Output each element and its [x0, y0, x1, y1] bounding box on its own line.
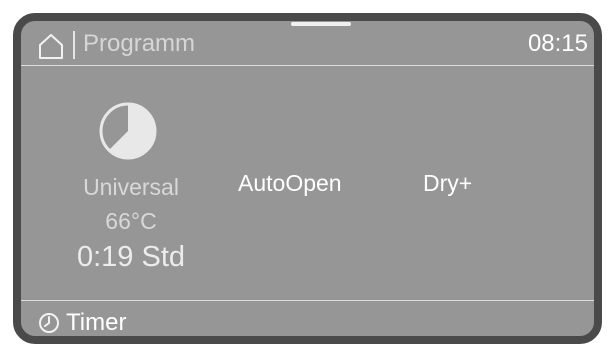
header-divider-line [21, 65, 594, 66]
universal-program-icon[interactable] [97, 100, 159, 162]
page-title: Programm [83, 30, 196, 57]
dry-plus-option[interactable]: Dry+ [423, 169, 472, 197]
autoopen-option[interactable]: AutoOpen [238, 169, 342, 197]
home-icon[interactable] [37, 32, 65, 60]
header-bar: Programm 08:15 [21, 21, 594, 66]
timer-label: Timer [66, 309, 127, 336]
program-duration: 0:19 Std [76, 241, 186, 273]
program-name[interactable]: Universal [61, 173, 201, 201]
program-temperature: 66°C [105, 208, 157, 234]
timer-button[interactable]: Timer [21, 301, 594, 336]
appliance-frame: Programm 08:15 Universal 66°C 0:19 Std A… [0, 0, 614, 349]
clock-icon [39, 313, 59, 333]
clock-time: 08:15 [527, 30, 588, 57]
header-divider [73, 31, 75, 59]
control-display: Programm 08:15 Universal 66°C 0:19 Std A… [13, 13, 602, 344]
